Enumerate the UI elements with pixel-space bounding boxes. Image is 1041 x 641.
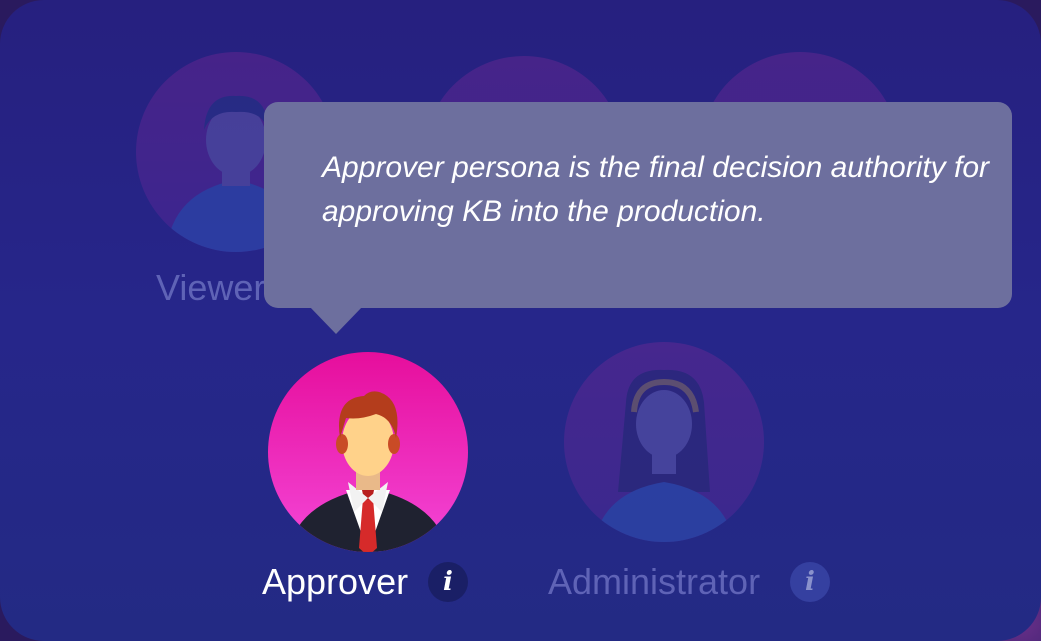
- viewer-label[interactable]: Viewer: [156, 268, 265, 308]
- female-user-avatar-icon: [594, 369, 734, 542]
- approver-info-icon[interactable]: i: [428, 562, 468, 602]
- approver-label[interactable]: Approver: [262, 562, 408, 602]
- administrator-label[interactable]: Administrator: [548, 562, 760, 602]
- tooltip-arrow: [309, 306, 363, 334]
- businessman-avatar-icon: [288, 391, 448, 552]
- persona-selection-panel: Viewer Approver i Administrator i Approv…: [0, 0, 1041, 641]
- administrator-info-icon[interactable]: i: [790, 562, 830, 602]
- approver-tooltip: Approver persona is the final decision a…: [264, 102, 1012, 308]
- approver-avatar[interactable]: [268, 352, 468, 552]
- tooltip-text: Approver persona is the final decision a…: [322, 151, 990, 228]
- administrator-avatar[interactable]: [564, 342, 764, 542]
